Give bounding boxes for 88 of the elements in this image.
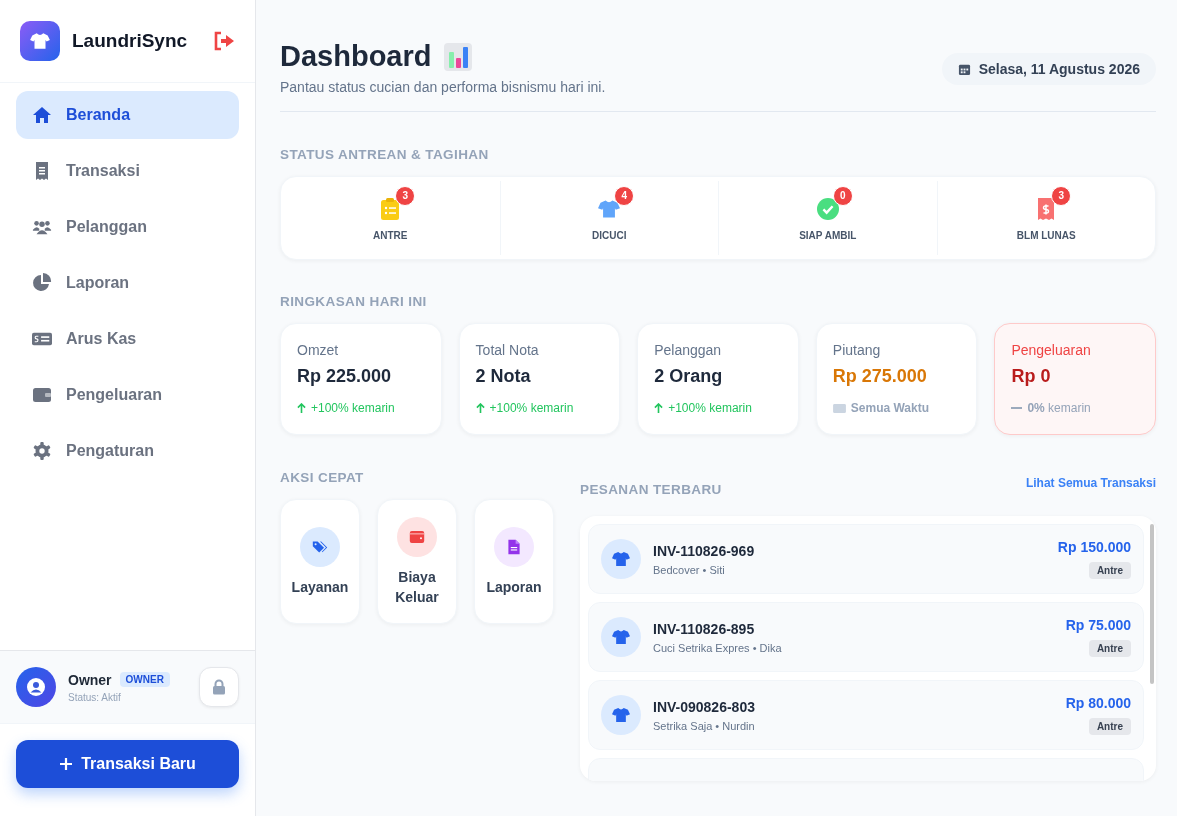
status-label: DICUCI — [592, 229, 627, 241]
section-heading: STATUS ANTREAN & TAGIHAN — [280, 147, 490, 162]
scrollbar[interactable] — [1150, 524, 1154, 684]
stat-label: Omzet — [297, 342, 340, 358]
order-detail: Bedcover • Siti — [653, 563, 726, 576]
order-row[interactable]: INV-110826-895 Cuci Setrika Expres • Dika Rp 75.000 Antre — [588, 602, 1144, 672]
invoice-number: INV-090826-803 — [653, 698, 756, 715]
nav-item[interactable]: Laporan — [16, 259, 239, 307]
change-text: +100% kemarin — [668, 401, 752, 415]
stat-label: Pengeluaran — [1011, 342, 1092, 358]
view-all-link[interactable]: Lihat Semua Transaksi — [1025, 476, 1156, 490]
lock-icon — [212, 679, 226, 695]
document-icon — [506, 538, 522, 555]
stat-label: Piutang — [832, 342, 882, 358]
count-badge: 4 — [614, 185, 635, 206]
shirt-icon — [29, 30, 51, 52]
lock-button[interactable] — [199, 667, 239, 707]
stat-value: Rp 275.000 — [832, 366, 928, 387]
nav-item[interactable]: Transaksi — [16, 147, 239, 195]
logout-icon — [213, 30, 235, 52]
role-badge: OWNER — [119, 672, 170, 687]
clipboard-icon — [379, 196, 402, 221]
change-text: 0% kemarin — [1027, 401, 1091, 415]
up-arrow-icon — [654, 402, 664, 414]
shirt-icon — [612, 551, 630, 567]
nav-item[interactable]: Pengaturan — [16, 427, 239, 475]
logout-button[interactable] — [213, 30, 235, 52]
change-text: +100% kemarin — [489, 401, 574, 415]
quick-action-button[interactable]: Laporan — [474, 499, 554, 624]
tags-icon — [312, 538, 328, 555]
period-text: Semua Waktu — [850, 401, 930, 415]
user-name: Owner — [68, 671, 112, 688]
pie-chart-icon — [32, 273, 52, 293]
calendar-icon — [957, 62, 971, 76]
status-label: ANTRE — [373, 229, 408, 241]
user-status: Status: Aktif — [68, 691, 122, 703]
home-icon — [32, 105, 52, 125]
change-text: +100% kemarin — [311, 401, 395, 415]
section-heading: RINGKASAN HARI INI — [280, 294, 428, 309]
status-badge: Antre — [1088, 718, 1131, 735]
invoice-number: INV-110826-895 — [653, 620, 756, 637]
wallet-icon — [32, 385, 52, 405]
date-text: Selasa, 11 Agustus 2026 — [978, 61, 1140, 77]
check-circle-icon — [816, 196, 839, 221]
nav-item[interactable]: Arus Kas — [16, 315, 239, 363]
status-badge: Antre — [1088, 562, 1131, 579]
gear-icon — [32, 441, 52, 461]
stat-label: Total Nota — [475, 342, 540, 358]
shirt-icon — [612, 629, 630, 645]
stat-value: 2 Nota — [475, 366, 532, 387]
quick-action-button[interactable]: Layanan — [280, 499, 360, 624]
order-amount: Rp 150.000 — [1057, 539, 1131, 555]
plus-icon — [59, 757, 74, 771]
nav-item[interactable]: Pengeluaran — [16, 371, 239, 419]
count-badge: 3 — [395, 185, 416, 206]
section-heading: AKSI CEPAT — [280, 470, 365, 485]
quick-action-button[interactable]: Biaya Keluar — [377, 499, 457, 624]
up-arrow-icon — [297, 402, 306, 414]
up-arrow-icon — [475, 402, 485, 414]
order-amount: Rp 80.000 — [1065, 695, 1131, 711]
new-transaction-button[interactable]: Transaksi Baru — [16, 740, 239, 788]
stat-value: Rp 0 — [1011, 366, 1052, 387]
stat-label: Pelanggan — [654, 342, 723, 358]
nav-item[interactable]: Beranda — [16, 91, 239, 139]
status-label: BLM LUNAS — [1016, 229, 1076, 241]
dash-icon — [1011, 406, 1023, 410]
order-amount: Rp 75.000 — [1065, 617, 1131, 633]
status-label: SIAP AMBIL — [799, 229, 857, 241]
order-row[interactable]: INV-090826-803 Setrika Saja • Nurdin Rp 80.000 Antre — [588, 680, 1144, 750]
order-detail: Cuci Setrika Expres • Dika — [653, 641, 783, 654]
invoice-number: INV-110826-969 — [653, 542, 756, 559]
wallet-icon — [409, 528, 425, 545]
order-detail: Setrika Saja • Nurdin — [653, 719, 756, 732]
user-icon — [26, 677, 46, 697]
page-subtitle: Pantau status cucian dan performa bisnismu hari ini. — [280, 79, 606, 95]
nav-item[interactable]: Pelanggan — [16, 203, 239, 251]
shirt-icon — [612, 707, 630, 723]
stat-value: 2 Orang — [654, 366, 724, 387]
bar-chart-icon — [443, 41, 474, 72]
count-badge: 0 — [832, 185, 853, 206]
page-title: Dashboard — [280, 40, 432, 73]
stat-value: Rp 225.000 — [297, 366, 393, 387]
order-row[interactable]: INV-110826-969 Bedcover • Siti Rp 150.000 Antre — [588, 524, 1144, 594]
status-badge: Antre — [1088, 640, 1131, 657]
section-heading: PESANAN TERBARU — [580, 482, 722, 497]
count-badge: 3 — [1051, 185, 1072, 206]
brand-name: LaundriSync — [72, 30, 189, 52]
card-icon — [832, 402, 846, 414]
